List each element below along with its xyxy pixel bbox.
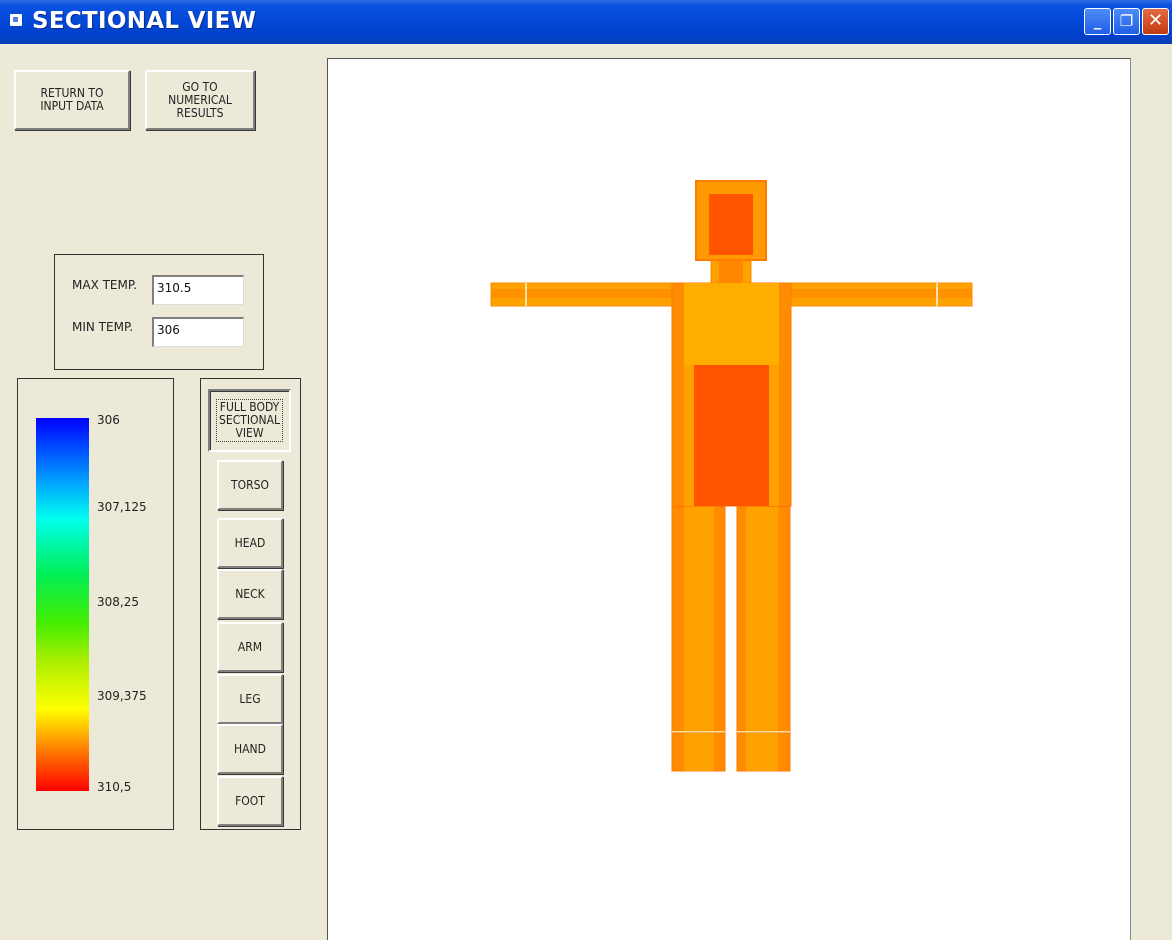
torso-side-right xyxy=(769,365,779,506)
min-temp-label: MIN TEMP. xyxy=(72,320,134,334)
legend-tick: 306 xyxy=(97,413,120,427)
close-button[interactable]: ✕ xyxy=(1142,8,1169,35)
hand-button[interactable]: HAND xyxy=(217,724,283,774)
legend-tick: 309,375 xyxy=(97,689,147,703)
app-icon xyxy=(10,14,22,26)
sectional-view-canvas xyxy=(327,58,1131,940)
neck-core xyxy=(719,261,743,283)
torso-core xyxy=(694,365,769,506)
return-to-input-button[interactable]: RETURN TO INPUT DATA xyxy=(14,70,130,130)
right-foot-core xyxy=(746,733,778,771)
head-core xyxy=(709,194,753,255)
max-temp-input[interactable]: 310.5 xyxy=(152,275,244,305)
legend-tick: 308,25 xyxy=(97,595,139,609)
torso-upper xyxy=(684,283,779,365)
right-arm-core xyxy=(791,289,972,298)
numerical-results-button[interactable]: GO TO NUMERICAL RESULTS xyxy=(145,70,255,130)
temperature-group xyxy=(54,254,264,370)
right-leg-core xyxy=(746,507,778,732)
foot-button[interactable]: FOOT xyxy=(217,776,283,826)
left-foot-core xyxy=(684,733,714,771)
full-body-view-button[interactable]: FULL BODY SECTIONAL VIEW xyxy=(208,389,291,452)
arm-button[interactable]: ARM xyxy=(217,622,283,672)
left-leg-core xyxy=(684,507,714,732)
head-button[interactable]: HEAD xyxy=(217,518,283,568)
torso-button[interactable]: TORSO xyxy=(217,460,283,510)
title-bar: SECTIONAL VIEW _ ❐ ✕ xyxy=(0,0,1172,44)
window-title: SECTIONAL VIEW xyxy=(32,8,257,34)
max-temp-label: MAX TEMP. xyxy=(72,278,138,292)
neck-button[interactable]: NECK xyxy=(217,569,283,619)
leg-button[interactable]: LEG xyxy=(217,674,283,724)
body-figure xyxy=(490,180,973,772)
min-temp-input[interactable]: 306 xyxy=(152,317,244,347)
left-arm-core xyxy=(491,289,672,298)
color-scale-bar xyxy=(36,418,89,791)
minimize-button[interactable]: _ xyxy=(1084,8,1111,35)
legend-tick: 307,125 xyxy=(97,500,147,514)
restore-button[interactable]: ❐ xyxy=(1113,8,1140,35)
full-body-view-label: FULL BODY SECTIONAL VIEW xyxy=(216,399,283,442)
legend-tick: 310,5 xyxy=(97,780,132,794)
torso-side-left xyxy=(684,365,694,506)
